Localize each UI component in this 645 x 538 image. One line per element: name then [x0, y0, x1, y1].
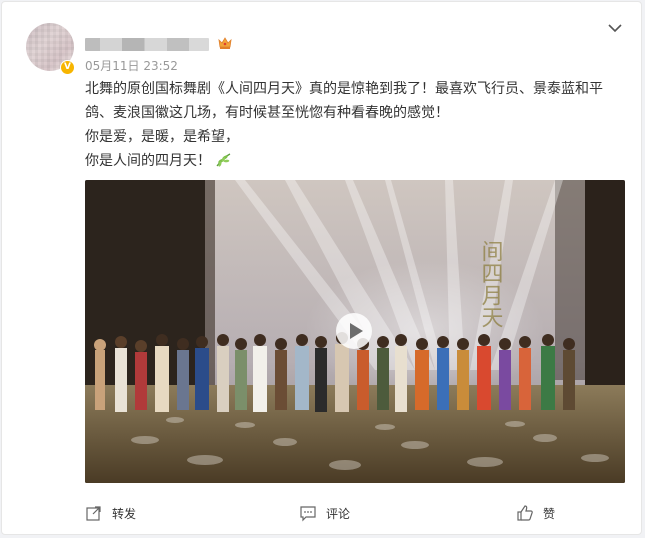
post-text-line: 你是人间的四月天！: [85, 149, 615, 173]
thumbs-up-icon: [517, 505, 533, 521]
like-button[interactable]: 赞: [516, 502, 555, 524]
action-bar: 转发 评论 赞: [2, 502, 643, 524]
leaf-icon: [216, 153, 231, 167]
verified-badge: V: [60, 60, 75, 75]
comment-icon: [300, 506, 316, 522]
chevron-down-icon[interactable]: [607, 21, 623, 35]
comment-button[interactable]: 评论: [299, 502, 350, 524]
author-nickname[interactable]: [85, 38, 209, 51]
backdrop-title: 间四月天: [478, 240, 504, 328]
post-text-line: 鸽、麦浪国徽这几场，有时候甚至恍惚有种看春晚的感觉！: [85, 105, 449, 121]
play-button[interactable]: [336, 313, 372, 349]
post-text-line: 你是爱，是暖，是希望，: [85, 129, 239, 145]
repost-button[interactable]: 转发: [85, 502, 136, 524]
crown-icon: [218, 37, 232, 49]
post-text-line: 北舞的原创国标舞剧《人间四月天》真的是惊艳到我了！最喜欢飞行员、景泰蓝和平: [85, 81, 603, 97]
post-timestamp[interactable]: 05月11日 23:52: [85, 57, 178, 74]
comment-label: 评论: [326, 506, 351, 521]
weibo-post-card: V 05月11日 23:52 北舞的原创国标舞剧《人间四月天》真的是惊艳到我了！…: [1, 1, 642, 535]
like-label: 赞: [543, 506, 556, 521]
post-text-line-text: 你是人间的四月天！: [85, 153, 211, 169]
share-icon: [86, 506, 101, 521]
repost-label: 转发: [112, 506, 137, 521]
post-content: 北舞的原创国标舞剧《人间四月天》真的是惊艳到我了！最喜欢飞行员、景泰蓝和平 鸽、…: [85, 77, 615, 173]
